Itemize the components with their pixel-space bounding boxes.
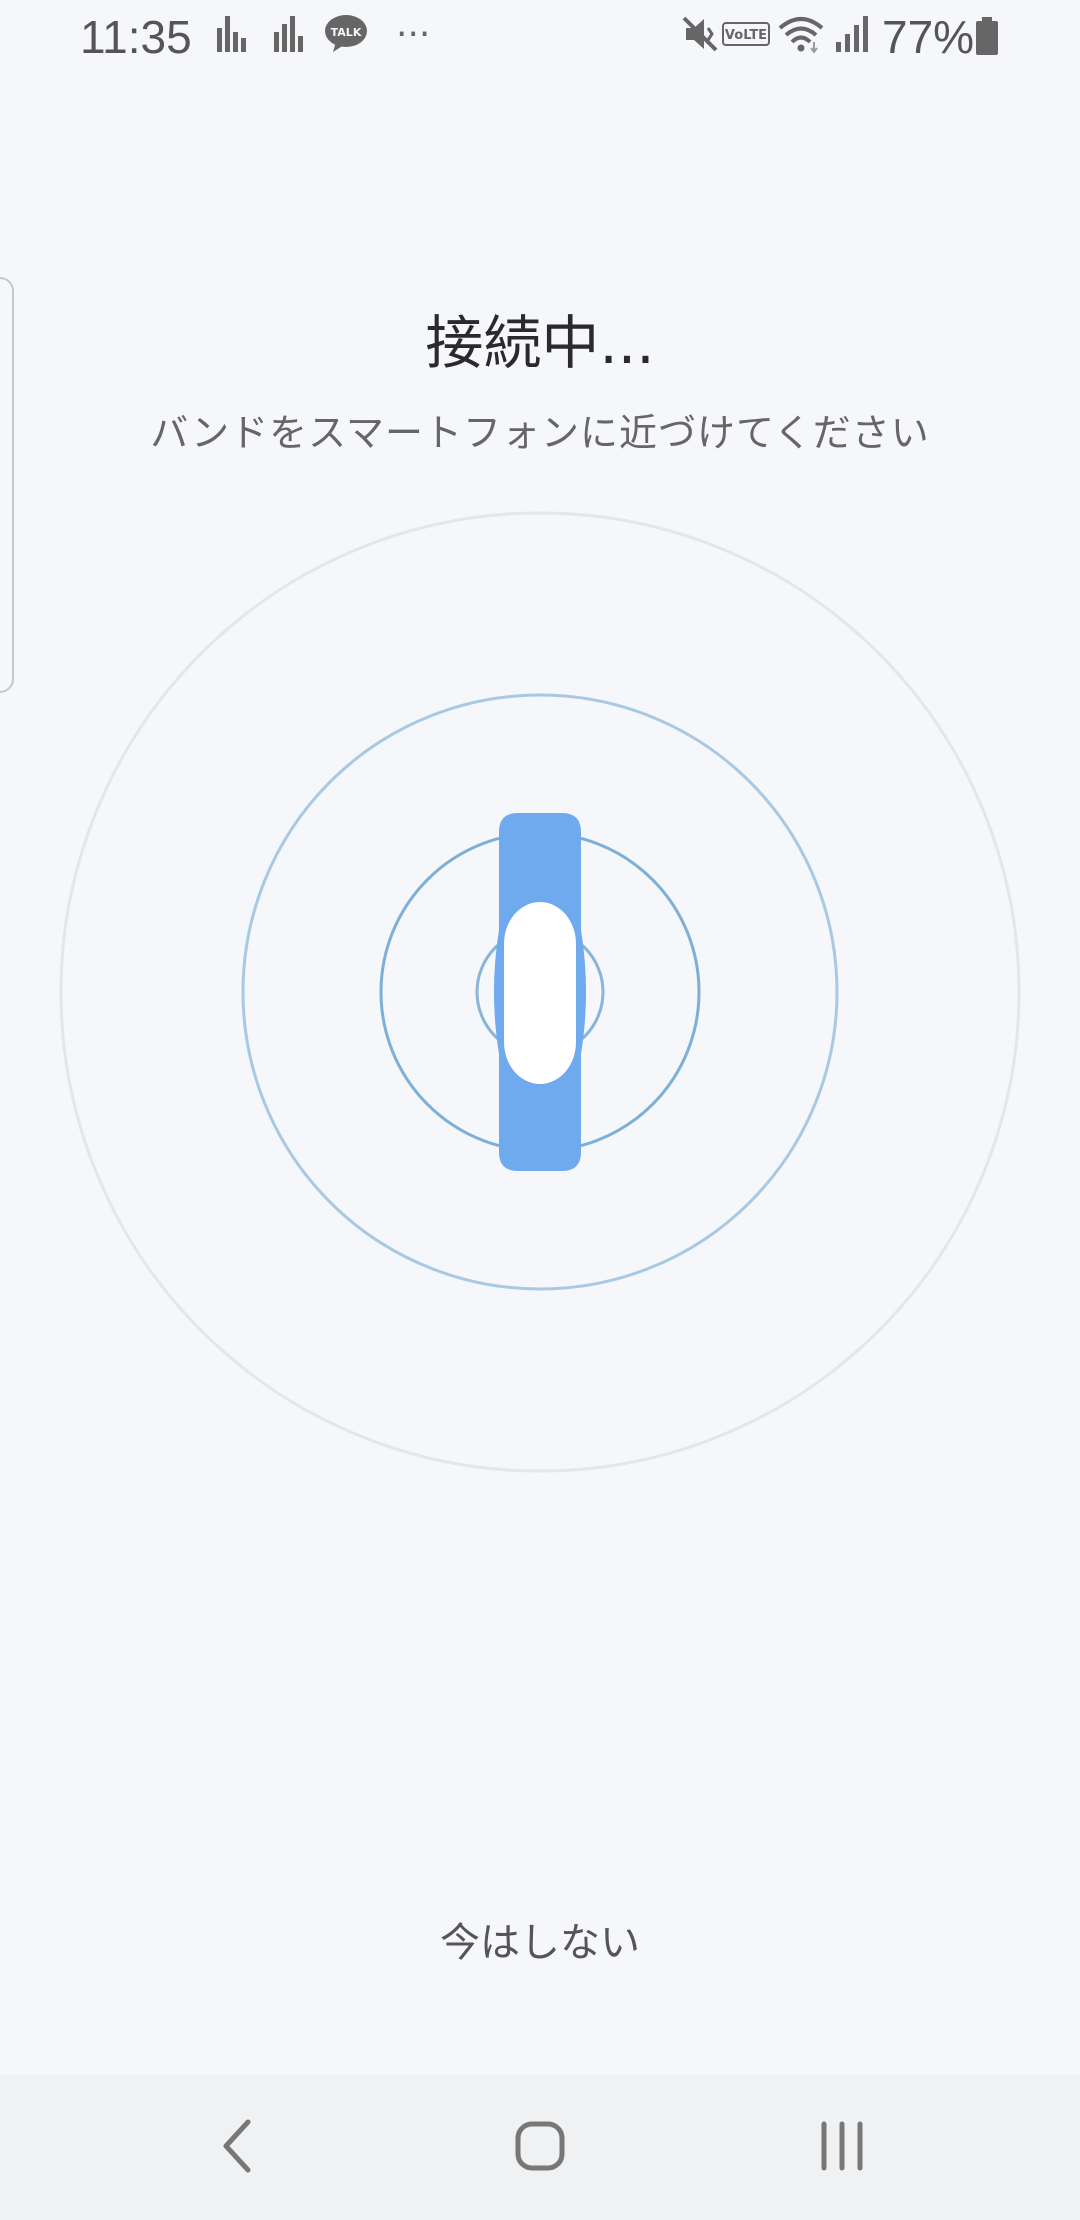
kakaotalk-icon: TALK: [324, 14, 368, 58]
wifi-icon: [778, 14, 824, 58]
home-button[interactable]: [440, 2075, 640, 2220]
bar-chart-icon: [272, 12, 304, 58]
status-time: 11:35: [80, 11, 192, 63]
skip-button[interactable]: 今はしない: [0, 1910, 1080, 1968]
back-icon: [218, 2118, 258, 2178]
connecting-illustration: [0, 500, 1080, 1480]
more-icon: ···: [396, 14, 431, 55]
battery-icon: [975, 16, 999, 60]
battery-percent: 77%: [882, 11, 975, 63]
volte-icon: VoLTE: [722, 22, 770, 50]
navigation-bar: [0, 2075, 1080, 2220]
volte-badge-text: VoLTE: [725, 28, 767, 43]
back-button[interactable]: [138, 2075, 338, 2220]
talk-badge-text: TALK: [331, 26, 362, 39]
instruction-text: バンドをスマートフォンに近づけてください: [150, 411, 930, 455]
signal-icon: [834, 14, 870, 58]
recents-icon: [818, 2120, 866, 2176]
status-bar: 11:35 TALK ··· VoLTE 77%: [0, 0, 1080, 80]
recents-button[interactable]: [742, 2075, 942, 2220]
smart-band-icon: [494, 813, 586, 1171]
mute-icon: [682, 14, 720, 58]
bar-chart-icon: [215, 12, 247, 58]
page-title: 接続中...: [425, 309, 655, 377]
home-icon: [514, 2120, 566, 2176]
